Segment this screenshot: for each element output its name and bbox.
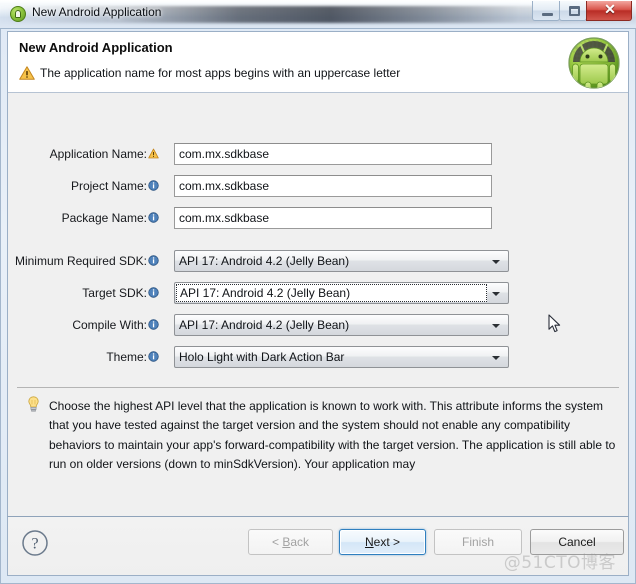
info-circle-icon xyxy=(148,351,159,362)
wizard-header: New Android Application The application … xyxy=(8,32,628,93)
android-circle-icon xyxy=(10,6,26,22)
android-mascot-logo xyxy=(568,37,620,89)
chevron-down-icon xyxy=(492,324,500,328)
lightbulb-icon xyxy=(28,396,39,412)
minimize-button[interactable] xyxy=(532,1,560,21)
label-minimum-required-sdk: Minimum Required SDK: xyxy=(8,250,159,272)
dialog-content: New Android Application The application … xyxy=(7,31,629,542)
info-circle-icon xyxy=(148,180,159,191)
project-name-input[interactable] xyxy=(174,175,492,197)
minimize-icon xyxy=(542,13,553,16)
cancel-button[interactable]: Cancel xyxy=(530,529,624,555)
dialog-footer: ? < Back Next > Finish Cancel @51CTO博客 xyxy=(7,516,629,576)
chevron-down-icon xyxy=(492,260,500,264)
package-name-input[interactable] xyxy=(174,207,492,229)
row-application-name: Application Name: xyxy=(8,143,628,167)
theme-value: Holo Light with Dark Action Bar xyxy=(179,350,345,364)
compile-with-value: API 17: Android 4.2 (Jelly Bean) xyxy=(179,318,350,332)
finish-button[interactable]: Finish xyxy=(434,529,522,555)
svg-text:?: ? xyxy=(31,536,38,553)
row-target-sdk: Target SDK: API 17: Android 4.2 (Jelly B… xyxy=(8,282,628,306)
application-name-input[interactable] xyxy=(174,143,492,165)
theme-dropdown[interactable]: Holo Light with Dark Action Bar xyxy=(174,346,509,368)
page-title: New Android Application xyxy=(19,40,173,55)
help-separator xyxy=(17,387,619,388)
label-project-name: Project Name: xyxy=(8,175,159,197)
label-theme: Theme: xyxy=(8,346,159,368)
info-circle-icon xyxy=(148,287,159,298)
form-area: Application Name: Project Name: Package … xyxy=(8,93,628,541)
row-minimum-required-sdk: Minimum Required SDK: API 17: Android 4.… xyxy=(8,250,628,274)
minimum-required-sdk-value: API 17: Android 4.2 (Jelly Bean) xyxy=(179,254,350,268)
back-button-label: < Back xyxy=(271,535,310,549)
warning-triangle-icon xyxy=(148,148,159,159)
row-package-name: Package Name: xyxy=(8,207,628,231)
window-title: New Android Application xyxy=(32,5,162,19)
close-icon: ✕ xyxy=(604,3,616,18)
back-button[interactable]: < Back xyxy=(248,529,333,555)
target-sdk-dropdown[interactable]: API 17: Android 4.2 (Jelly Bean) xyxy=(174,282,509,304)
warning-triangle-icon xyxy=(19,66,35,80)
maximize-icon xyxy=(569,6,580,16)
row-theme: Theme: Holo Light with Dark Action Bar xyxy=(8,346,628,370)
cancel-button-label: Cancel xyxy=(558,535,596,549)
label-target-sdk: Target SDK: xyxy=(8,282,159,304)
finish-button-label: Finish xyxy=(461,535,494,549)
title-bar[interactable]: New Android Application ✕ xyxy=(0,0,636,29)
chevron-down-icon xyxy=(492,292,500,296)
close-button[interactable]: ✕ xyxy=(586,1,632,21)
next-button[interactable]: Next > xyxy=(339,529,426,555)
header-warning-message: The application name for most apps begin… xyxy=(40,66,401,80)
info-circle-icon xyxy=(148,319,159,330)
help-question-button[interactable]: ? xyxy=(21,529,49,557)
row-project-name: Project Name: xyxy=(8,175,628,199)
row-compile-with: Compile With: API 17: Android 4.2 (Jelly… xyxy=(8,314,628,338)
target-sdk-value: API 17: Android 4.2 (Jelly Bean) xyxy=(180,286,351,300)
info-circle-icon xyxy=(148,212,159,223)
label-package-name: Package Name: xyxy=(8,207,159,229)
label-application-name: Application Name: xyxy=(8,143,159,165)
help-description: Choose the highest API level that the ap… xyxy=(49,399,616,471)
maximize-button[interactable] xyxy=(559,1,587,21)
label-compile-with: Compile With: xyxy=(8,314,159,336)
minimum-required-sdk-dropdown[interactable]: API 17: Android 4.2 (Jelly Bean) xyxy=(174,250,509,272)
window-controls: ✕ xyxy=(532,1,632,21)
next-button-label: Next > xyxy=(364,535,401,549)
chevron-down-icon xyxy=(492,356,500,360)
info-circle-icon xyxy=(148,255,159,266)
compile-with-dropdown[interactable]: API 17: Android 4.2 (Jelly Bean) xyxy=(174,314,509,336)
dialog-window: New Android Application ✕ New Android Ap… xyxy=(0,0,636,584)
